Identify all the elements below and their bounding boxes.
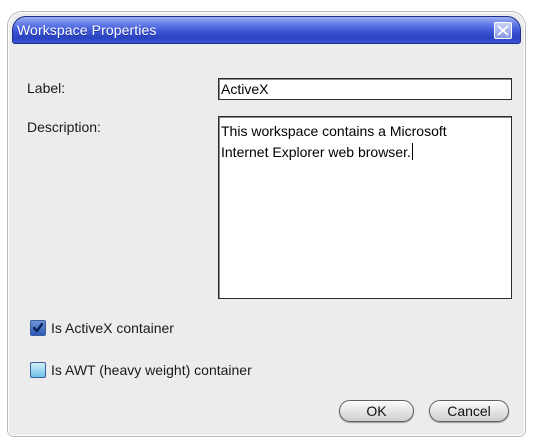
activex-checkbox[interactable] — [30, 320, 46, 336]
awt-checkbox-label[interactable]: Is AWT (heavy weight) container — [51, 362, 252, 378]
checkmark-icon — [32, 322, 44, 333]
cancel-button[interactable]: Cancel — [429, 400, 509, 422]
description-textarea[interactable]: This workspace contains a Microsoft Inte… — [218, 116, 512, 299]
close-icon — [497, 25, 509, 36]
awt-checkbox[interactable] — [30, 362, 46, 378]
label-input[interactable]: ActiveX — [218, 78, 512, 100]
window-title: Workspace Properties — [17, 22, 157, 38]
activex-checkbox-label[interactable]: Is ActiveX container — [51, 320, 174, 336]
workspace-properties-dialog: Workspace Properties Label: ActiveX Desc… — [8, 12, 525, 436]
close-button[interactable] — [494, 22, 512, 39]
ok-button[interactable]: OK — [339, 400, 414, 422]
text-caret — [411, 143, 413, 160]
label-input-value: ActiveX — [221, 81, 269, 97]
title-bar[interactable]: Workspace Properties — [12, 16, 521, 44]
label-caption: Label: — [27, 80, 66, 96]
description-caption: Description: — [27, 119, 101, 135]
